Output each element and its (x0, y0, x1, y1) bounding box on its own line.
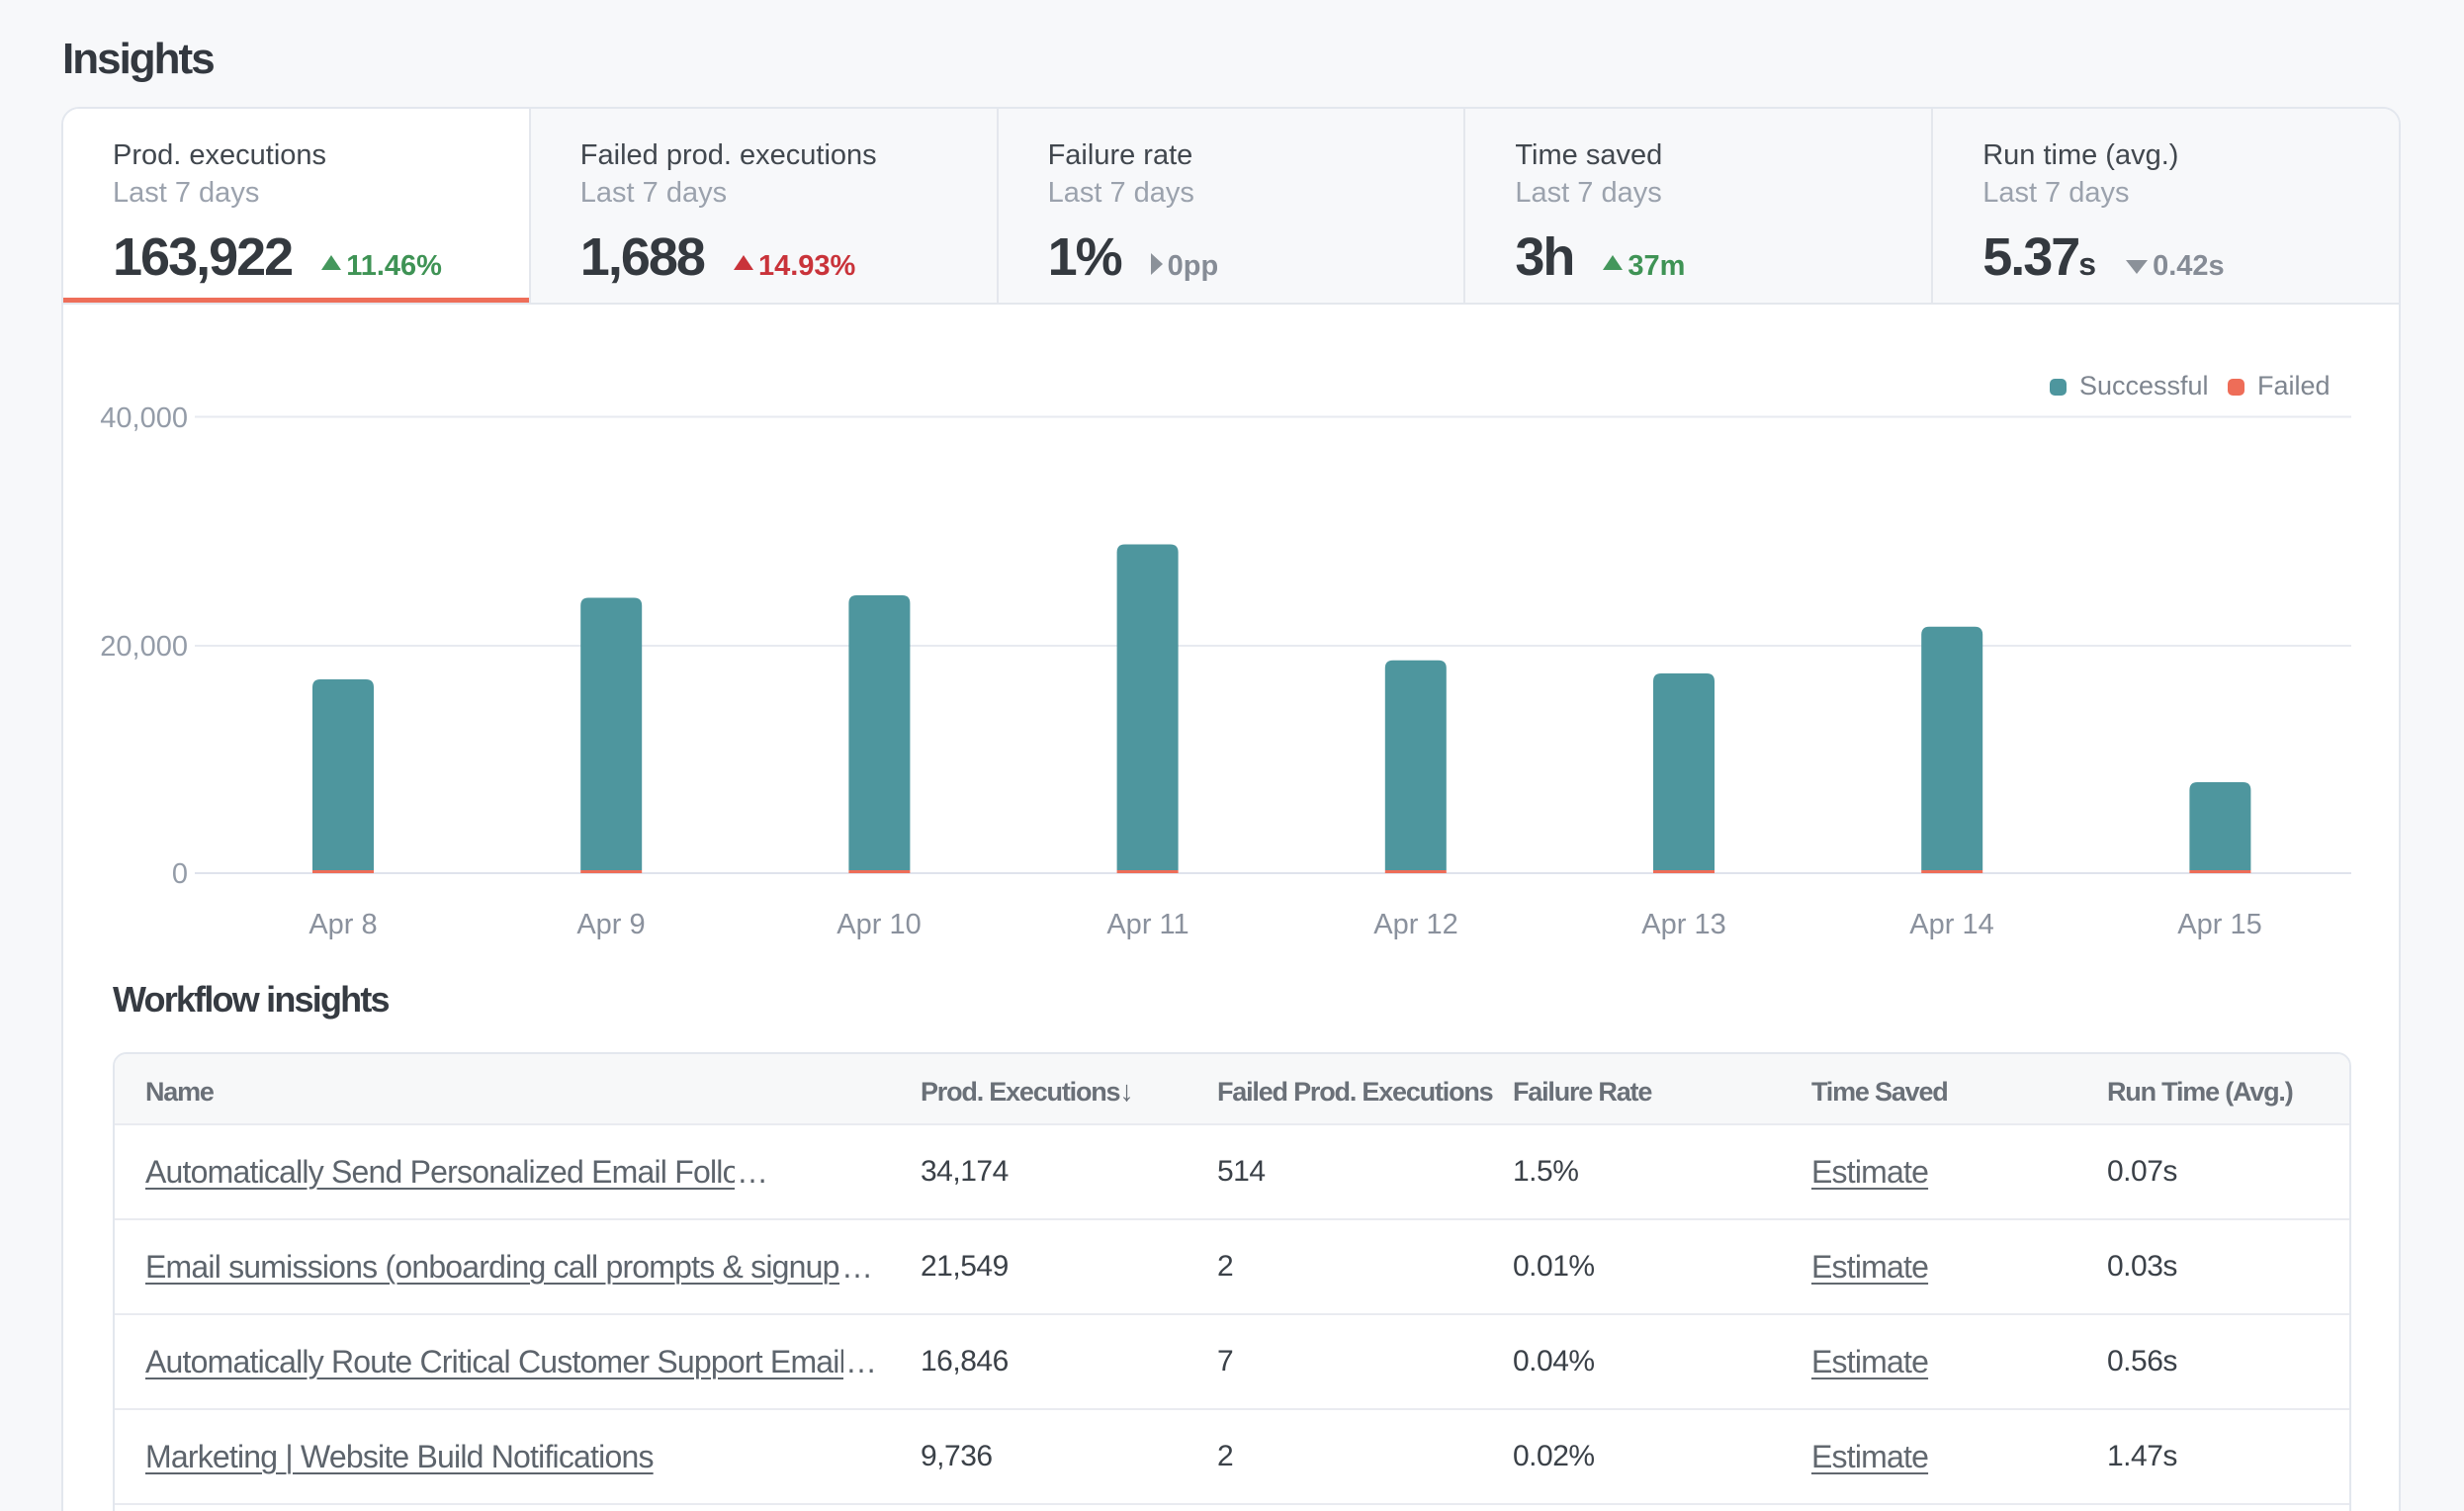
svg-text:Failed: Failed (2257, 371, 2331, 400)
svg-text:0: 0 (172, 858, 188, 890)
svg-text:40,000: 40,000 (100, 402, 188, 434)
svg-text:20,000: 20,000 (100, 631, 188, 663)
svg-text:Apr 13: Apr 13 (1641, 909, 1725, 940)
svg-text:Apr 9: Apr 9 (576, 909, 645, 940)
svg-text:Successful: Successful (2079, 371, 2209, 400)
svg-text:Apr 11: Apr 11 (1106, 909, 1188, 940)
svg-text:Apr 10: Apr 10 (836, 909, 921, 940)
svg-text:Apr 8: Apr 8 (308, 909, 377, 940)
svg-text:Apr 12: Apr 12 (1373, 909, 1457, 940)
svg-text:Apr 14: Apr 14 (1909, 909, 1993, 940)
svg-text:Apr 15: Apr 15 (2177, 909, 2261, 940)
